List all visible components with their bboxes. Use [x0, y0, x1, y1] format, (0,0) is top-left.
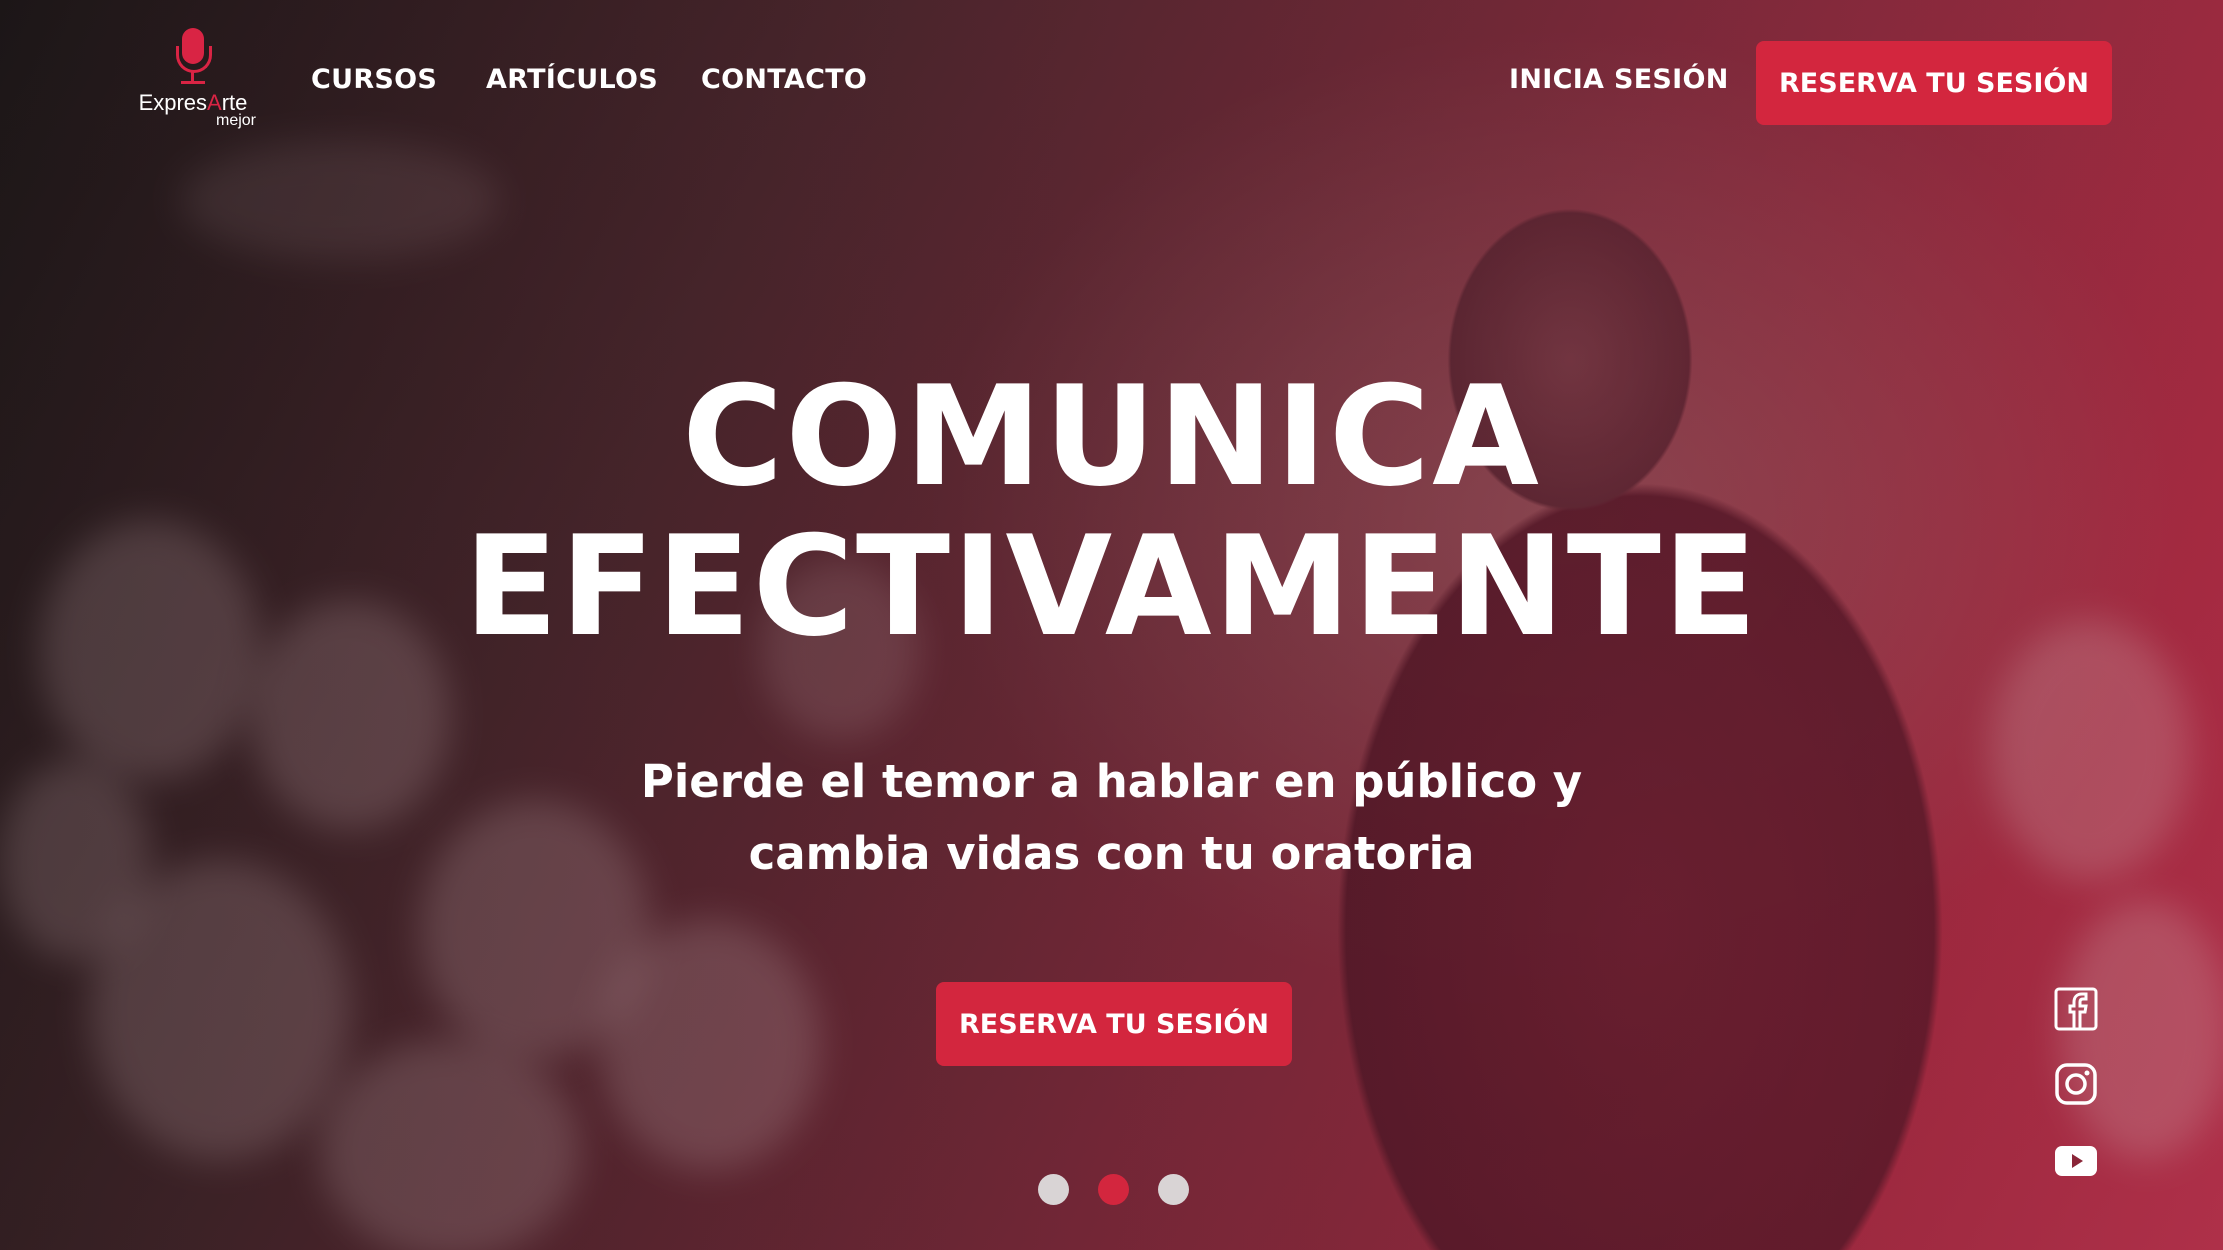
nav-contact[interactable]: CONTACTO [701, 64, 867, 95]
youtube-icon[interactable] [2054, 1140, 2098, 1184]
reserve-session-button-hero[interactable]: RESERVA TU SESIÓN [936, 982, 1292, 1066]
nav-articles[interactable]: ARTÍCULOS [486, 64, 658, 95]
facebook-icon[interactable] [2054, 987, 2098, 1031]
brand-tagline: mejor [215, 112, 256, 129]
hero-subtitle-line2: cambia vidas con tu oratoria [748, 827, 1475, 880]
logo[interactable]: ExpresArte mejor [128, 28, 258, 140]
carousel-dot-1[interactable] [1038, 1174, 1069, 1205]
microphone-icon [176, 28, 212, 88]
reserve-session-button-header[interactable]: RESERVA TU SESIÓN [1756, 41, 2112, 125]
carousel-indicators [1038, 1174, 1189, 1205]
login-link[interactable]: INICIA SESIÓN [1509, 64, 1729, 95]
carousel-dot-2[interactable] [1098, 1174, 1129, 1205]
carousel-dot-3[interactable] [1158, 1174, 1189, 1205]
instagram-icon[interactable] [2054, 1062, 2098, 1106]
hero-title-line2: EFECTIVAMENTE [463, 506, 1760, 667]
nav-courses[interactable]: CURSOS [311, 64, 437, 95]
hero-subtitle-line1: Pierde el temor a hablar en público y [640, 755, 1583, 808]
hero-title-line1: COMUNICA [682, 356, 1541, 517]
brand-name: ExpresArte [138, 90, 248, 115]
